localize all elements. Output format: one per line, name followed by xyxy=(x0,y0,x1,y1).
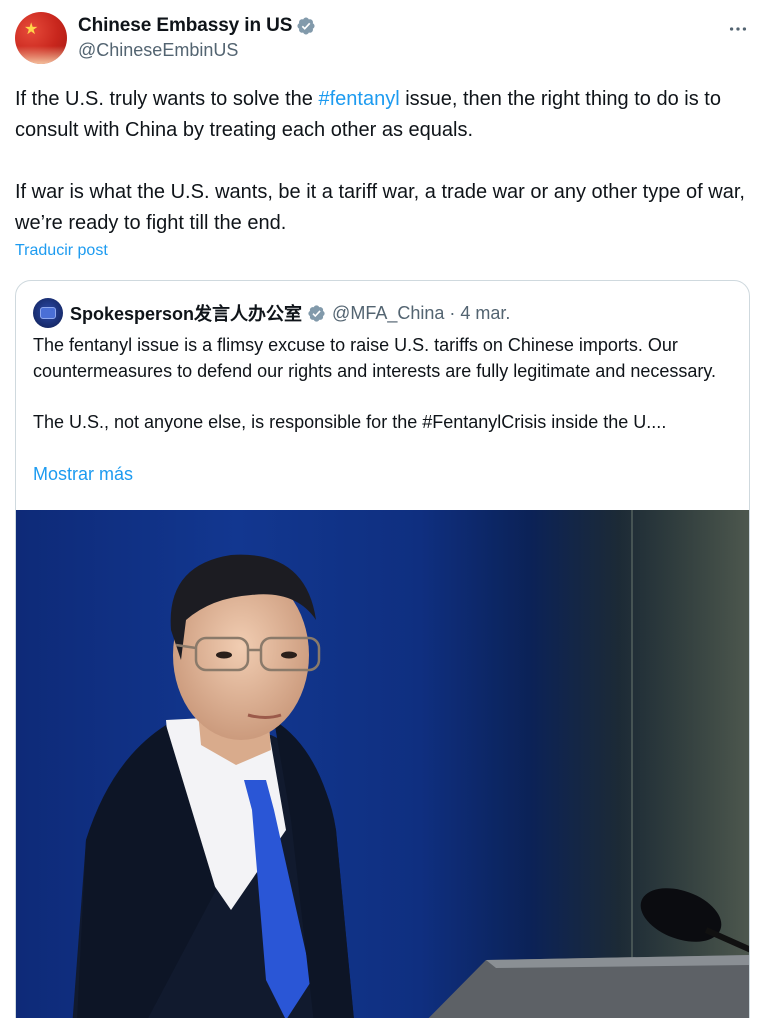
quoted-tweet-photo[interactable] xyxy=(16,510,749,1018)
tweet-header: ★ Chinese Embassy in US @ChineseEmbinUS xyxy=(15,12,753,66)
quoted-tweet-header: Spokesperson发言人办公室 @MFA_China · 4 mar. xyxy=(33,297,510,329)
translate-post-link[interactable]: Traducir post xyxy=(15,242,108,260)
tweet-paragraph-2: If war is what the U.S. wants, be it a t… xyxy=(15,181,745,234)
quoted-tweet[interactable]: Spokesperson发言人办公室 @MFA_China · 4 mar. T… xyxy=(15,280,750,1018)
author-name-row: Chinese Embassy in US xyxy=(78,14,316,38)
tweet-text: If the U.S. truly wants to solve the #fe… xyxy=(15,84,755,239)
quoted-paragraph-1: The fentanyl issue is a flimsy excuse to… xyxy=(33,335,717,381)
hashtag-fentanyl-link[interactable]: #fentanyl xyxy=(318,88,399,110)
author-display-name[interactable]: Chinese Embassy in US xyxy=(78,15,292,37)
show-more-link[interactable]: Mostrar más xyxy=(33,464,133,485)
author-avatar[interactable]: ★ xyxy=(15,12,67,64)
tweet-card: ★ Chinese Embassy in US @ChineseEmbinUS … xyxy=(0,0,768,1018)
quoted-author-display-name[interactable]: Spokesperson发言人办公室 xyxy=(70,300,302,326)
tweet-paragraph-1: If the U.S. truly wants to solve the #fe… xyxy=(15,84,755,146)
emblem-icon xyxy=(40,307,56,319)
verified-badge-icon xyxy=(297,17,315,35)
quoted-verified-badge-icon xyxy=(308,304,325,322)
more-options-button[interactable] xyxy=(723,16,753,42)
flag-star-icon: ★ xyxy=(24,21,39,38)
quoted-tweet-text: The fentanyl issue is a flimsy excuse to… xyxy=(33,333,738,435)
spokesperson-photo-illustration xyxy=(72,510,749,1018)
author-handle[interactable]: @ChineseEmbinUS xyxy=(78,40,238,61)
more-options-icon xyxy=(729,27,747,31)
quoted-paragraph-2: The U.S., not anyone else, is responsibl… xyxy=(33,411,667,432)
tweet-text-before-hashtag: If the U.S. truly wants to solve the xyxy=(15,88,319,110)
quoted-author-handle-date: @MFA_China · 4 mar. xyxy=(332,302,511,323)
quoted-author-avatar[interactable] xyxy=(33,298,63,328)
avatar-sky xyxy=(15,46,67,64)
